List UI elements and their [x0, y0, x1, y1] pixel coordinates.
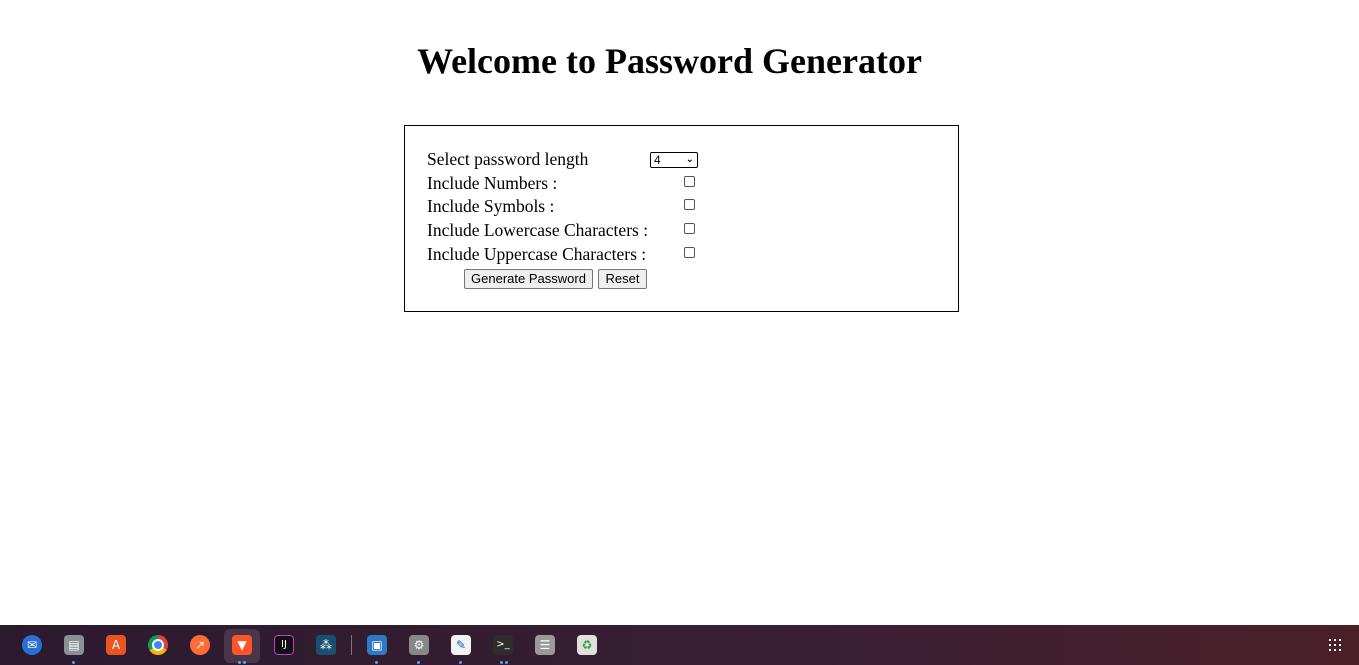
uppercase-checkbox[interactable]: [684, 247, 695, 258]
page-title: Welcome to Password Generator: [417, 41, 922, 81]
password-form: Select password length 4 ⌄ Include Numbe…: [404, 125, 959, 312]
running-indicator: [500, 661, 503, 664]
virtualbox-icon[interactable]: ▣: [367, 635, 387, 655]
postman-icon[interactable]: ↗: [190, 635, 210, 655]
archive-icon[interactable]: ☰: [535, 635, 555, 655]
reset-button[interactable]: Reset: [598, 269, 647, 289]
mysql-workbench-icon[interactable]: ⁂: [316, 635, 336, 655]
running-indicator: [375, 661, 378, 664]
browser-page: Welcome to Password Generator Select pas…: [0, 0, 1359, 625]
chrome-icon[interactable]: [148, 635, 168, 655]
running-indicator: [243, 661, 246, 664]
taskbar: ✉ ▤ A ↗ ▼ IJ ⁂ ▣ ⚙ ✎ >_ ☰ ♻: [0, 625, 1359, 665]
software-store-icon[interactable]: A: [106, 635, 126, 655]
symbols-checkbox[interactable]: [684, 199, 695, 210]
running-indicator: [238, 661, 241, 664]
app-grid-icon[interactable]: [1329, 639, 1343, 653]
thunderbird-icon[interactable]: ✉: [22, 635, 42, 655]
uppercase-label: Include Uppercase Characters :: [427, 244, 647, 264]
length-label: Select password length: [427, 149, 589, 169]
lowercase-label: Include Lowercase Characters :: [427, 220, 649, 240]
lowercase-checkbox[interactable]: [684, 223, 695, 234]
length-select[interactable]: 4 ⌄: [650, 152, 698, 168]
running-indicator: [72, 661, 75, 664]
lowercase-row: Include Lowercase Characters :: [427, 220, 648, 240]
symbols-label: Include Symbols :: [427, 196, 555, 216]
text-editor-icon[interactable]: ✎: [451, 635, 471, 655]
numbers-checkbox[interactable]: [684, 176, 695, 187]
brave-icon[interactable]: ▼: [232, 635, 252, 655]
symbols-row: Include Symbols :: [427, 196, 554, 216]
running-indicator: [505, 661, 508, 664]
length-select-value: 4: [654, 153, 661, 167]
terminal-icon[interactable]: >_: [493, 635, 513, 655]
running-indicator: [417, 661, 420, 664]
settings-icon[interactable]: ⚙: [409, 635, 429, 655]
numbers-row: Include Numbers :: [427, 173, 557, 193]
generate-password-button[interactable]: Generate Password: [464, 269, 593, 289]
intellij-icon[interactable]: IJ: [274, 635, 294, 655]
taskbar-separator: [351, 635, 352, 655]
numbers-label: Include Numbers :: [427, 173, 558, 193]
chevron-down-icon: ⌄: [685, 154, 694, 165]
running-indicator: [459, 661, 462, 664]
files-icon[interactable]: ▤: [64, 635, 84, 655]
length-row: Select password length: [427, 149, 588, 169]
trash-icon[interactable]: ♻: [577, 635, 597, 655]
uppercase-row: Include Uppercase Characters :: [427, 244, 646, 264]
